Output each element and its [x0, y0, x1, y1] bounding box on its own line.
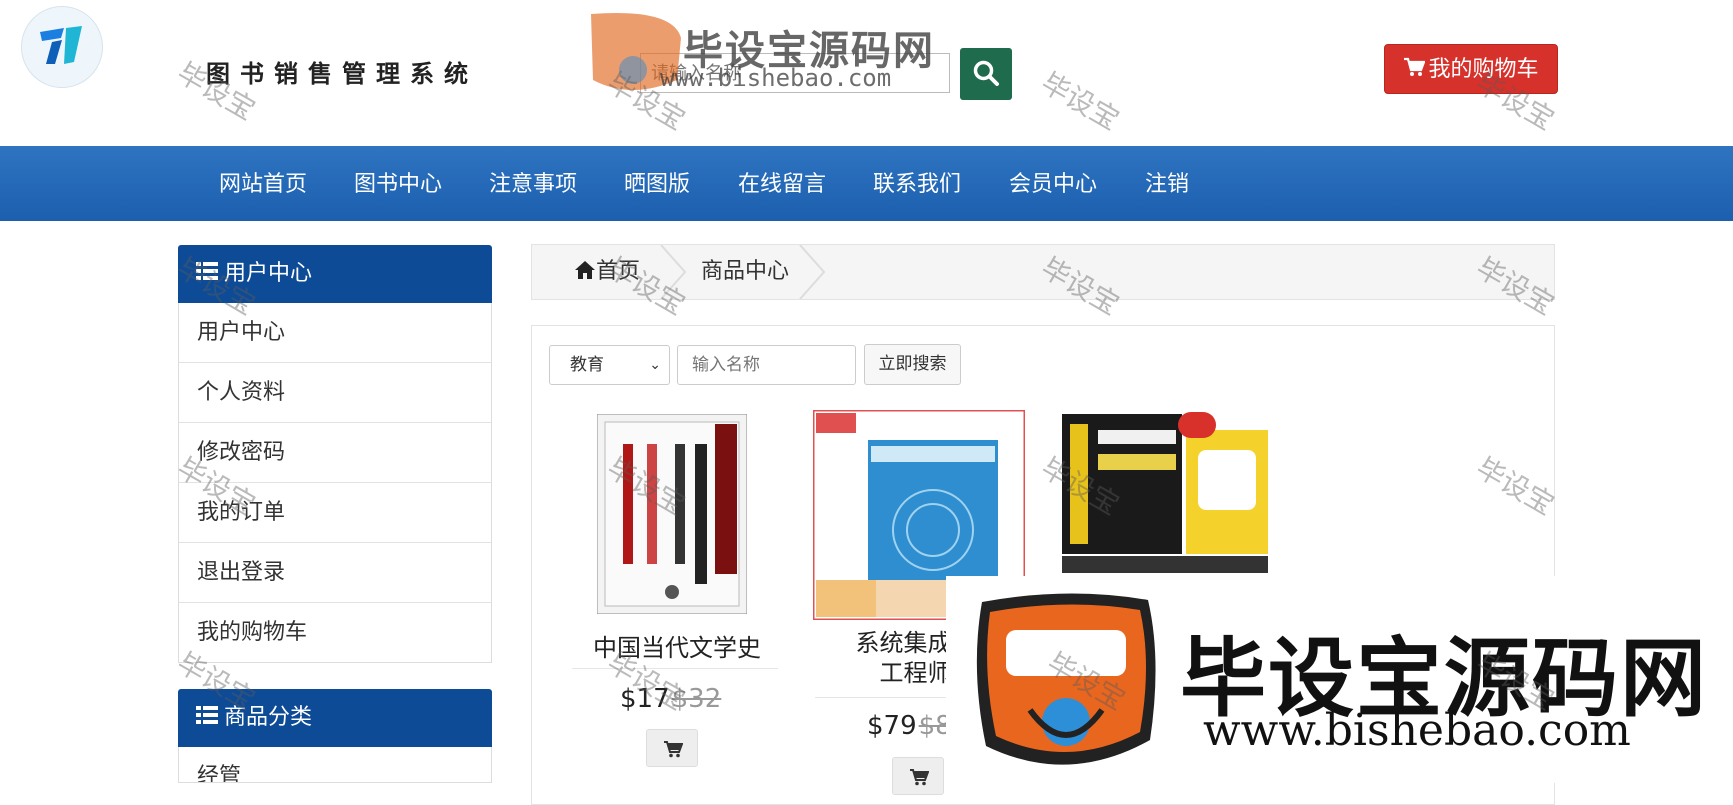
product-image[interactable]: [1058, 410, 1272, 575]
sidebar-item-my-cart[interactable]: 我的购物车: [179, 603, 491, 662]
app-logo-icon: [40, 26, 82, 64]
nav-member-center[interactable]: 会员中心: [1009, 146, 1097, 221]
add-to-cart-button[interactable]: [892, 757, 944, 795]
nav-notice[interactable]: 注意事项: [489, 146, 577, 221]
breadcrumb-current: 商品中心: [701, 259, 790, 284]
breadcrumb-separator: [660, 245, 687, 299]
current-price: $79: [867, 711, 917, 741]
category-select-value: 教育: [570, 355, 604, 375]
product-name[interactable]: 中国当代文学史: [572, 628, 782, 663]
sidebar-item-user-center[interactable]: 用户中心: [179, 303, 491, 363]
watermark-banner-logo-icon: [976, 593, 1156, 765]
sidebar-item-my-orders[interactable]: 我的订单: [179, 483, 491, 543]
nav-book-center[interactable]: 图书中心: [354, 146, 442, 221]
search-icon: [973, 60, 999, 86]
current-price: $17: [620, 684, 670, 714]
category-item-management[interactable]: 经管: [179, 747, 491, 782]
breadcrumb: 首页 商品中心: [531, 244, 1555, 300]
cart-icon: [664, 741, 683, 758]
sidebar-item-change-password[interactable]: 修改密码: [179, 423, 491, 483]
nav-contact[interactable]: 联系我们: [873, 146, 961, 221]
user-center-panel-title: 用户中心: [178, 245, 492, 303]
search-now-button[interactable]: 立即搜索: [864, 344, 961, 385]
watermark-banner-url: www.bishebao.com: [1203, 705, 1631, 756]
add-to-cart-button[interactable]: [646, 729, 698, 767]
nav-message[interactable]: 在线留言: [738, 146, 826, 221]
breadcrumb-home[interactable]: 首页: [574, 245, 640, 299]
category-menu: 经管: [178, 747, 492, 783]
breadcrumb-home-label: 首页: [596, 259, 641, 284]
name-filter-input[interactable]: [677, 345, 856, 385]
original-price: $32: [671, 684, 722, 714]
chevron-down-icon: ⌄: [649, 357, 661, 373]
watermark-text: 毕设宝: [1035, 66, 1125, 137]
product-price: $79$8: [867, 711, 952, 741]
nav-logout[interactable]: 注销: [1145, 146, 1189, 221]
site-title: 图书销售管理系统: [206, 59, 478, 88]
main-nav: 网站首页 图书中心 注意事项 晒图版 在线留言 联系我们 会员中心 注销: [0, 146, 1733, 221]
sidebar-item-profile[interactable]: 个人资料: [179, 363, 491, 423]
watermark-url: www.bishebao.com: [660, 64, 892, 92]
divider: [572, 668, 778, 669]
cart-icon: [1403, 46, 1427, 94]
user-center-title: 用户中心: [224, 261, 313, 286]
breadcrumb-separator: [799, 245, 826, 299]
cart-icon: [910, 769, 929, 786]
category-select[interactable]: 教育 ⌄: [549, 345, 670, 385]
category-panel-title: 商品分类: [178, 689, 492, 747]
product-image[interactable]: [596, 413, 748, 615]
nav-home[interactable]: 网站首页: [219, 146, 307, 221]
user-menu: 用户中心 个人资料 修改密码 我的订单 退出登录 我的购物车: [178, 303, 492, 663]
sidebar-item-logout[interactable]: 退出登录: [179, 543, 491, 603]
my-cart-label: 我的购物车: [1428, 56, 1539, 81]
product-price: $17$32: [620, 684, 721, 714]
search-button[interactable]: [960, 48, 1012, 100]
home-icon: [575, 261, 595, 279]
list-icon: [196, 689, 218, 747]
list-icon: [196, 245, 218, 303]
nav-photo-board[interactable]: 晒图版: [624, 146, 690, 221]
product-name-line-2: 工程师: [879, 659, 952, 687]
app-logo: [21, 6, 103, 88]
category-title: 商品分类: [224, 705, 313, 730]
my-cart-button[interactable]: 我的购物车: [1384, 44, 1558, 94]
